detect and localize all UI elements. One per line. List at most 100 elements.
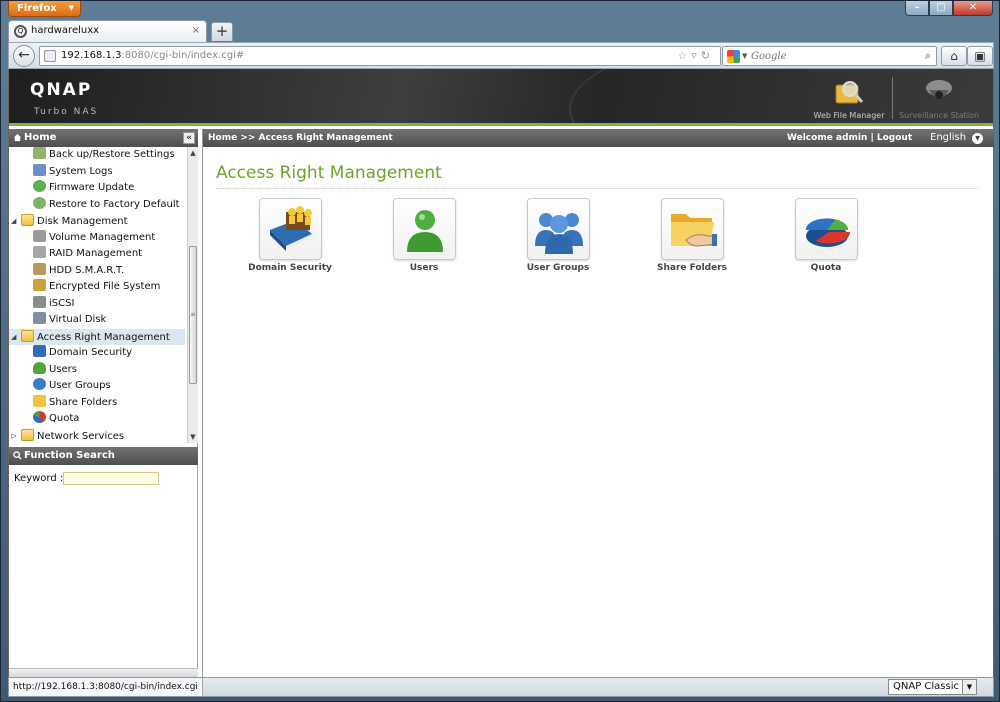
tile-users[interactable]: Users xyxy=(374,198,474,273)
status-url: http://192.168.1.3:8080/cgi-bin/index.cg… xyxy=(9,678,203,696)
share-folder-icon xyxy=(33,394,46,407)
tree-item-label: Disk Management xyxy=(37,216,128,227)
user-groups-icon xyxy=(534,213,583,254)
tree-item-iscsi[interactable]: iSCSI xyxy=(33,295,74,312)
back-button[interactable]: ← xyxy=(13,45,35,67)
grip-icon: ≡ xyxy=(190,311,196,318)
hdd-icon xyxy=(33,262,46,275)
tile-quota[interactable]: Quota xyxy=(776,198,876,273)
tree-item-firmware-update[interactable]: Firmware Update xyxy=(33,180,134,196)
url-bar[interactable]: 192.168.1.3:8080/cgi-bin/index.cgi# ☆▿↻ xyxy=(39,46,721,66)
url-actions: ☆▿↻ xyxy=(677,47,714,65)
web-search-input[interactable] xyxy=(751,48,911,64)
tree-item-restore-factory[interactable]: Restore to Factory Default xyxy=(33,196,180,213)
language-dropdown-icon[interactable]: ▼ xyxy=(972,133,983,144)
firefox-menu-button[interactable]: Firefox ▼ xyxy=(8,1,81,17)
breadcrumb-bar: Home >> Access Right Management Welcome … xyxy=(203,129,994,147)
chevron-down-icon: ▼ xyxy=(962,680,976,694)
scroll-down-icon[interactable]: ▼ xyxy=(188,432,198,442)
header-divider xyxy=(892,77,893,119)
tree-item-raid-management[interactable]: RAID Management xyxy=(33,246,142,262)
tree-scrollbar[interactable]: ▲ ≡ ▼ xyxy=(187,147,198,443)
tree-item-virtual-disk[interactable]: Virtual Disk xyxy=(33,312,106,328)
tree-item-encrypted-fs[interactable]: Encrypted File System xyxy=(33,279,160,295)
keyword-label: Keyword : xyxy=(14,473,64,484)
tree-item-backup-restore[interactable]: Back up/Restore Settings xyxy=(33,147,175,163)
tab-title: hardwareluxx xyxy=(31,25,100,36)
tree-item-label: Back up/Restore Settings xyxy=(49,149,175,160)
tree-folder-disk-management[interactable]: ◢ Disk Management xyxy=(11,213,128,229)
new-tab-button[interactable]: + xyxy=(211,22,233,41)
tree-item-volume-management[interactable]: Volume Management xyxy=(33,229,155,246)
tile-label: User Groups xyxy=(526,263,590,273)
tree-item-label: HDD S.M.A.R.T. xyxy=(49,264,125,276)
close-window-button[interactable]: ✕ xyxy=(953,1,993,16)
collapsed-arrow-icon[interactable]: ▷ xyxy=(11,428,21,444)
site-identity-icon xyxy=(44,50,56,62)
search-icon xyxy=(13,451,22,460)
logs-icon xyxy=(33,163,46,176)
reload-icon[interactable]: ↻ xyxy=(701,49,714,62)
tree-item-quota[interactable]: Quota xyxy=(33,411,79,427)
browser-window: Firefox ▼ – □ ✕ Q hardwareluxx × + ← 192… xyxy=(0,0,1000,702)
scroll-up-icon[interactable]: ▲ xyxy=(188,148,198,158)
url-text: 192.168.1.3:8080/cgi-bin/index.cgi# xyxy=(61,47,244,65)
page-title: Access Right Management xyxy=(216,163,442,183)
google-engine-icon[interactable] xyxy=(727,50,740,63)
web-search-bar: ▼ ⌕ xyxy=(722,46,937,66)
tree-item-label: Virtual Disk xyxy=(49,314,107,325)
welcome-logout[interactable]: Welcome admin | Logout xyxy=(787,129,912,147)
tree-item-user-groups[interactable]: User Groups xyxy=(33,378,111,394)
keyword-input[interactable] xyxy=(63,472,159,485)
scrollbar-thumb[interactable]: ≡ xyxy=(189,246,197,384)
tree-folder-network-services[interactable]: ▷ Network Services xyxy=(11,428,124,444)
minimize-button[interactable]: – xyxy=(905,1,929,16)
tile-share-folders[interactable]: Share Folders xyxy=(642,198,742,273)
tree-item-label: Access Right Management xyxy=(37,331,170,343)
tile-user-groups[interactable]: User Groups xyxy=(508,198,608,273)
language-label[interactable]: English xyxy=(930,129,966,147)
tab-hardwareluxx[interactable]: Q hardwareluxx × xyxy=(8,20,207,42)
history-dropdown-icon[interactable]: ▿ xyxy=(691,49,701,62)
tree-item-share-folders[interactable]: Share Folders xyxy=(33,394,117,411)
iscsi-icon xyxy=(33,295,46,308)
expanded-arrow-icon[interactable]: ◢ xyxy=(11,329,21,345)
quota-icon xyxy=(33,411,46,423)
tree-folder-access-right-management[interactable]: ◢ Access Right Management xyxy=(9,328,185,345)
panel-footer xyxy=(9,668,198,677)
theme-select[interactable]: QNAP Classic ▼ xyxy=(888,679,977,695)
surveillance-station-launcher[interactable]: Surveillance Station xyxy=(894,77,984,120)
tree-header: Home « xyxy=(9,129,198,147)
engine-dropdown-icon[interactable]: ▼ xyxy=(742,47,747,65)
home-button[interactable]: ⌂ xyxy=(941,46,967,66)
tab-close-icon[interactable]: × xyxy=(192,21,200,41)
tree-item-users[interactable]: Users xyxy=(33,361,77,378)
tile-domain-security[interactable]: Domain Security xyxy=(240,198,340,273)
tree-item-domain-security[interactable]: Domain Security xyxy=(33,345,132,361)
tree-item-system-logs[interactable]: System Logs xyxy=(33,163,113,180)
raid-icon xyxy=(33,246,46,258)
collapse-panel-button[interactable]: « xyxy=(183,132,195,144)
tree-item-label: System Logs xyxy=(49,165,113,177)
volume-icon xyxy=(33,229,46,242)
backup-icon xyxy=(33,147,46,159)
maximize-button[interactable]: □ xyxy=(929,1,953,16)
tree-item-label: Quota xyxy=(49,413,80,424)
tree-header-label[interactable]: Home xyxy=(24,132,56,143)
tile-label: Quota xyxy=(810,263,842,273)
bookmark-star-icon[interactable]: ☆ xyxy=(677,49,691,62)
search-icon[interactable]: ⌕ xyxy=(925,47,931,65)
breadcrumb[interactable]: Home >> Access Right Management xyxy=(208,129,393,147)
tree-item-label: User Groups xyxy=(49,380,111,391)
function-search-title: Function Search xyxy=(24,450,115,461)
web-file-manager-launcher[interactable]: Web File Manager xyxy=(804,77,894,120)
tree-item-hdd-smart[interactable]: HDD S.M.A.R.T. xyxy=(33,262,125,279)
tile-label: Share Folders xyxy=(656,263,728,273)
addon-button[interactable]: ▣ xyxy=(967,46,993,66)
theme-select-value: QNAP Classic xyxy=(893,681,959,692)
chevron-down-icon: ▼ xyxy=(68,4,74,12)
window-controls: – □ ✕ xyxy=(905,1,993,17)
tab-strip: Q hardwareluxx × + xyxy=(8,20,994,42)
expanded-arrow-icon[interactable]: ◢ xyxy=(11,213,21,229)
tree-item-label: Encrypted File System xyxy=(49,281,161,292)
